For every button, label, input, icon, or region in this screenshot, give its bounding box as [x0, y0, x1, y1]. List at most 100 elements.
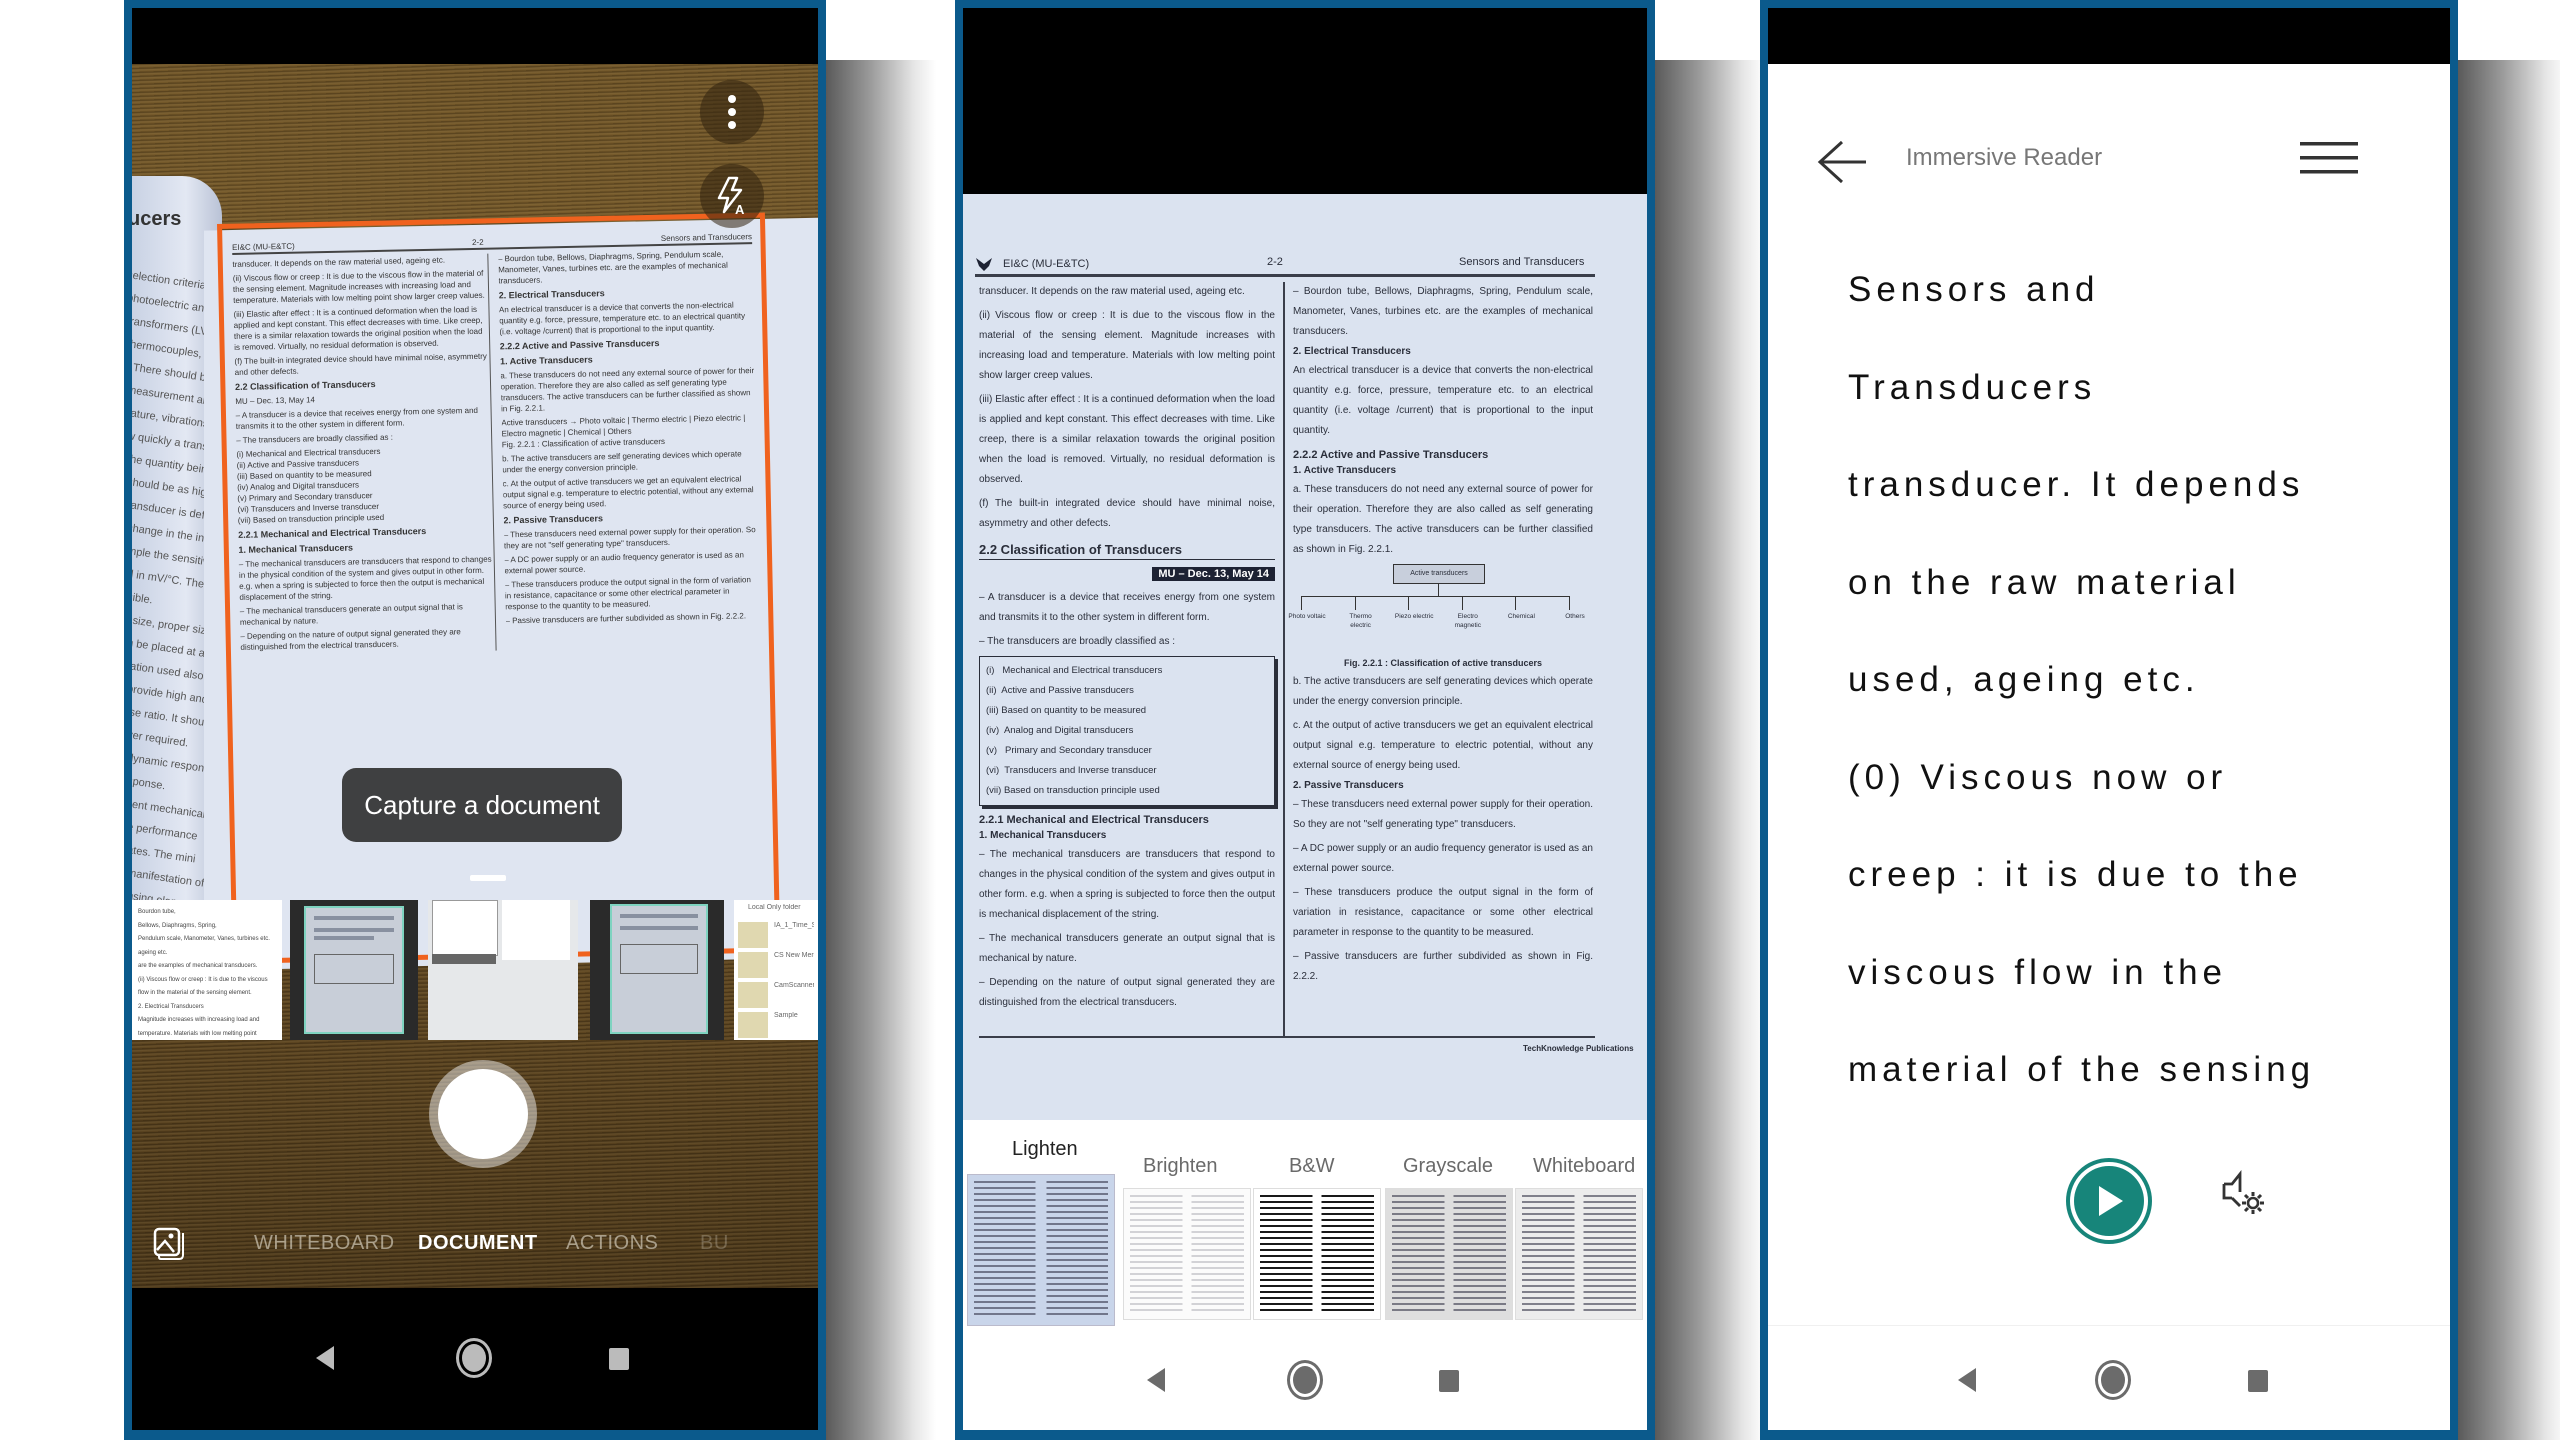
nav-recents-icon[interactable]	[2248, 1370, 2268, 1392]
file-thumb	[738, 982, 768, 1008]
nav-home-icon[interactable]	[462, 1344, 486, 1372]
doc-paragraph: b. The active transducers are self gener…	[1293, 676, 1593, 707]
phone-immersive-reader: Immersive Reader Sensors and Transducers t…	[1760, 0, 2458, 1440]
diagram-child: Photo voltaic	[1288, 613, 1326, 620]
thumbnail-doc-preview[interactable]	[428, 900, 578, 1040]
diagram-connector	[1301, 596, 1569, 597]
filter-label-grayscale[interactable]: Grayscale	[1403, 1155, 1493, 1178]
doc-preview-bar	[432, 954, 496, 964]
book-left-text-line: e performance	[126, 821, 199, 843]
column-divider	[1283, 282, 1285, 1037]
book-left-text-line: sponse.	[126, 775, 167, 793]
drawer-drag-handle[interactable]	[470, 875, 506, 881]
doc-item-heading: 2. Electrical Transducers	[1293, 346, 1411, 357]
book-left-text-line: ise ratio. It should	[126, 706, 214, 730]
menu-button[interactable]	[2300, 140, 2358, 181]
flash-auto-button[interactable]: A	[700, 164, 764, 228]
nav-recents-icon[interactable]	[1439, 1370, 1459, 1392]
nav-recents-icon[interactable]	[609, 1348, 629, 1370]
flash-auto-icon: A	[717, 176, 745, 216]
filter-label-brighten[interactable]: Brighten	[1143, 1155, 1218, 1178]
nav-home-icon[interactable]	[1293, 1366, 1317, 1394]
play-button[interactable]	[2066, 1158, 2152, 1244]
scanned-document-preview[interactable]: EI&C (MU-E&TC) 2-2 Sensors and Transduce…	[963, 194, 1647, 1120]
file-thumb	[738, 1012, 768, 1038]
thumb-text-lines	[1130, 1195, 1244, 1313]
thumbnail-text-line: Pendulum scale, Manometer, Vanes, turbin…	[138, 936, 270, 942]
phone-shadow	[1655, 60, 1765, 1440]
doc-header-right: Sensors and Transducers	[1459, 256, 1585, 268]
filter-thumb-whiteboard[interactable]	[1515, 1188, 1643, 1320]
thumb-text-lines	[1522, 1195, 1636, 1313]
thumb-text-lines	[1260, 1195, 1374, 1313]
thumbnail-scan-crop[interactable]	[290, 900, 418, 1040]
doc-paragraph: – The mechanical transducers are transdu…	[979, 849, 1275, 920]
more-options-button[interactable]	[700, 80, 764, 144]
nav-back-icon[interactable]	[1147, 1368, 1165, 1392]
phone-filter-editor: EI&C (MU-E&TC) 2-2 Sensors and Transduce…	[955, 0, 1655, 1440]
diagram-child: Thermo electric	[1349, 613, 1372, 629]
reader-text-line: transducer. It depends	[1848, 465, 2305, 504]
doc-list-item: (vii) Based on transduction principle us…	[986, 785, 1160, 796]
filter-label-bw[interactable]: B&W	[1289, 1155, 1335, 1178]
doc-list-item: (i) Mechanical and Electrical transducer…	[986, 665, 1163, 676]
footer-rule	[979, 1036, 1595, 1038]
thumbnail-text-page[interactable]: Bourdon tube, Bellows, Diaphragms, Spring…	[132, 900, 282, 1040]
filter-label-whiteboard[interactable]: Whiteboard	[1533, 1155, 1635, 1178]
immersive-reader-screen: Immersive Reader Sensors and Transducers t…	[1768, 64, 2450, 1340]
header-rule	[975, 274, 1595, 277]
file-list-item: Sample	[738, 1012, 814, 1042]
thumbnail-scan-crop[interactable]	[590, 900, 724, 1040]
reader-text-line: Sensors and	[1848, 270, 2100, 309]
diagram-child: Electro magnetic	[1454, 613, 1481, 629]
filter-thumb-bw[interactable]	[1253, 1188, 1381, 1320]
filter-label-lighten[interactable]: Lighten	[1012, 1138, 1078, 1161]
system-nav-bar	[963, 1328, 1647, 1430]
file-list-item: CamScanner	[738, 982, 814, 1012]
thumb-text-lines	[1392, 1195, 1506, 1313]
filter-thumb-grayscale[interactable]	[1385, 1188, 1513, 1320]
nav-back-icon[interactable]	[316, 1346, 334, 1370]
mode-actions[interactable]: ACTIONS	[566, 1232, 658, 1255]
gallery-icon	[153, 1227, 184, 1260]
svg-text:A: A	[735, 202, 745, 216]
nav-home-icon[interactable]	[2101, 1366, 2125, 1394]
book-left-text-line: n be placed at a	[126, 637, 206, 660]
crop-preview	[304, 906, 404, 1034]
doc-list-item: (ii) Active and Passive transducers	[986, 685, 1134, 696]
diagram-connector	[1408, 596, 1410, 610]
filter-thumb-lighten[interactable]	[967, 1174, 1115, 1326]
doc-figure-caption: Fig. 2.2.1 : Classification of active tr…	[1343, 658, 1543, 668]
doc-preview-blank	[502, 900, 570, 960]
book-left-text-line: sible.	[126, 591, 154, 607]
system-nav-bar	[132, 1288, 818, 1430]
capture-tooltip: Capture a document	[342, 768, 622, 842]
doc-paragraph: (ii) Viscous flow or creep : It is due t…	[979, 310, 1275, 381]
back-button[interactable]	[1816, 138, 1868, 191]
crop-preview	[610, 904, 708, 1034]
hamburger-menu-icon	[2300, 142, 2358, 174]
mode-whiteboard[interactable]: WHITEBOARD	[254, 1232, 395, 1255]
book-left-text-line: llent mechanical	[126, 798, 207, 821]
thumbnail-file-list[interactable]: Local Only folder IA_1_Time_SCS New Merge…	[734, 900, 818, 1040]
filter-thumb-brighten[interactable]	[1123, 1188, 1251, 1320]
doc-paragraph: – Bourdon tube, Bellows, Diaphragms, Spr…	[1293, 286, 1593, 337]
nav-back-icon[interactable]	[1958, 1368, 1976, 1392]
gallery-button[interactable]	[152, 1226, 186, 1265]
reader-title: Immersive Reader	[1906, 144, 2103, 171]
thumbnail-text-line: (ii) Viscous flow or creep : It is due t…	[138, 976, 268, 983]
book-left-text-line: : There should be	[126, 361, 213, 385]
doc-paragraph: a. These transducers do not need any ext…	[1293, 484, 1593, 555]
shutter-button[interactable]	[429, 1060, 537, 1168]
mode-document[interactable]: DOCUMENT	[418, 1232, 538, 1255]
reader-text-line: creep : it is due to the	[1848, 855, 2303, 894]
doc-paragraph: – A DC power supply or an audio frequenc…	[1293, 843, 1593, 874]
thumbnail-text-line: ageing etc.	[138, 949, 168, 956]
reader-text-line: on the raw material	[1848, 562, 2241, 602]
voice-settings-button[interactable]	[2220, 1170, 2268, 1223]
reader-text-line: material of the sensing	[1848, 1050, 2316, 1089]
doc-item-heading: 2. Passive Transducers	[1293, 780, 1404, 791]
book-left-text-line: ver required.	[126, 729, 190, 750]
mode-business-card[interactable]: BU	[700, 1232, 729, 1255]
diagram-connector	[1515, 596, 1517, 610]
